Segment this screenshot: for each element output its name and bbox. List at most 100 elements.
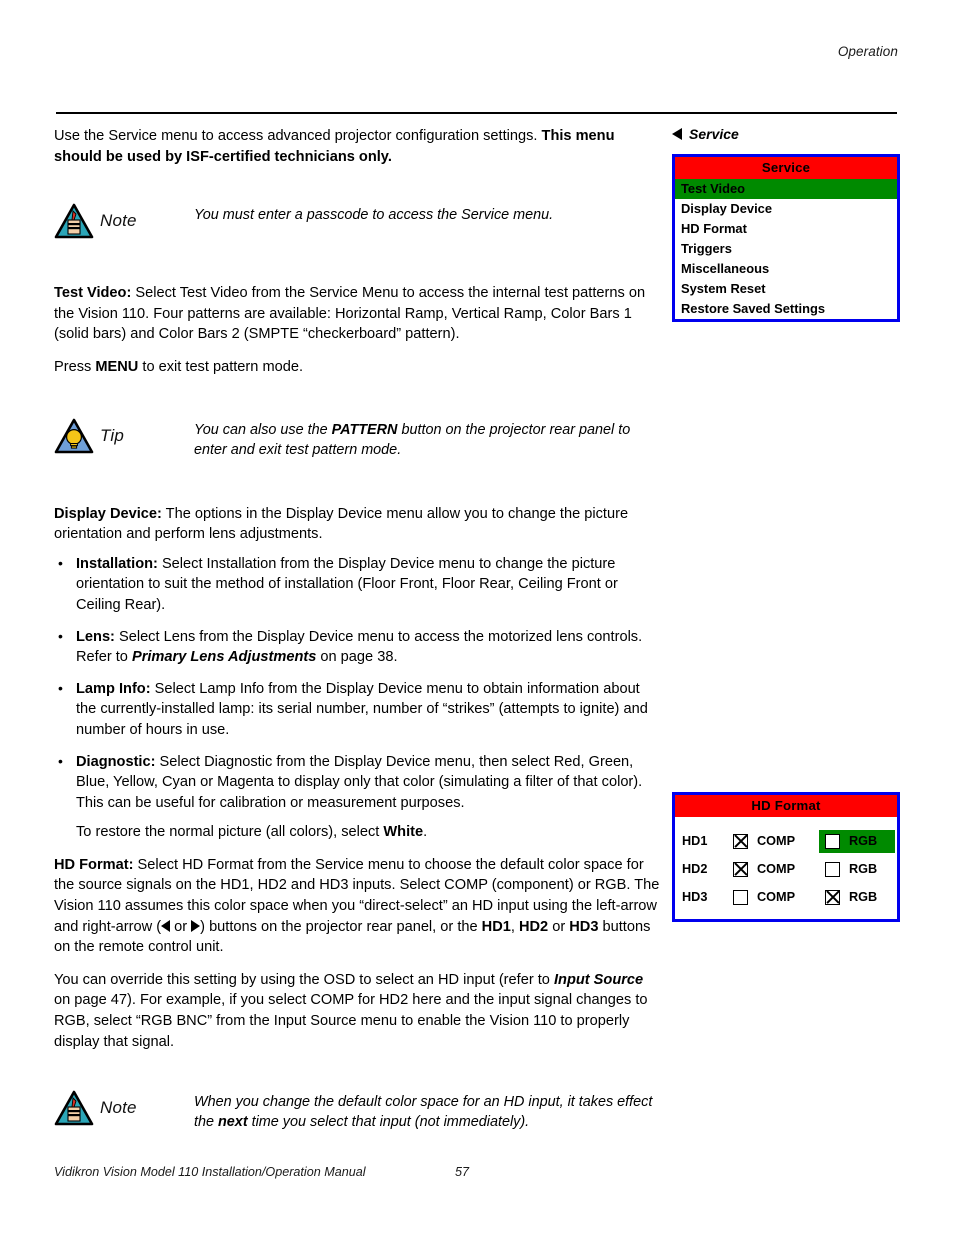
hd-format-p2a: You can override this setting by using t… [54,971,554,988]
bullet-lamp-info-lead: Lamp Info: [76,680,151,697]
menu-button-label: MENU [95,358,139,375]
hd3-comp-label: COMP [757,890,796,904]
primary-lens-adjustments-ref: Primary Lens Adjustments [131,649,317,666]
footer-page-number: 57 [454,1165,469,1179]
hd-format-p1b: ) buttons on the projector rear panel, o… [200,918,482,935]
hd1-comp-label: COMP [757,834,796,848]
hd-format-menu-title: HD Format [675,795,897,817]
body-column: Use the Service menu to access advanced … [54,126,660,1132]
hd1-rgb-option[interactable]: RGB [819,829,895,853]
tip-text: You can also use the PATTERN button on t… [194,416,660,460]
hd-format-p2b: on page 47). For example, if you select … [54,992,648,1050]
menu-item-miscellaneous[interactable]: Miscellaneous [675,259,897,279]
press-menu-paragraph: Press MENU to exit test pattern mode. [54,357,660,378]
display-device-lead: Display Device: [54,505,162,522]
header-rule [56,112,897,114]
menu-item-system-reset[interactable]: System Reset [675,279,897,299]
checkbox-checked-icon[interactable] [733,861,748,877]
test-video-body: Select Test Video from the Service Menu … [54,285,646,343]
hd2-comp-option[interactable]: COMP [727,858,819,881]
bullet-installation-lead: Installation: [76,555,158,572]
menu-item-test-video[interactable]: Test Video [675,179,897,199]
menu-item-display-device[interactable]: Display Device [675,199,897,219]
press-menu-post: to exit test pattern mode. [138,358,304,375]
note-2-bold: next [218,1114,248,1131]
note-callout-1: Note You must enter a passcode to access… [54,201,660,239]
bullet-diagnostic-body: Select Diagnostic from the Display Devic… [76,753,643,811]
hd2-rgb-option[interactable]: RGB [819,858,895,881]
press-menu-pre: Press [54,358,96,375]
margin-column: Service Service Test Video Display Devic… [672,126,900,922]
note-icon-group-2: Note [54,1088,194,1126]
restore-white-paragraph: To restore the normal picture (all color… [54,822,660,843]
note-triangle-icon [54,1090,94,1126]
checkbox-unchecked-icon[interactable] [733,889,748,905]
service-menu-title: Service [675,157,897,179]
hd1-comp-option[interactable]: COMP [727,830,819,853]
bullet-lens-body-end: on page 38. [316,649,398,666]
bullet-diagnostic: Diagnostic: Select Diagnostic from the D… [54,751,660,814]
hd-format-osd-menu[interactable]: HD Format HD1 COMP RGB HD2 COMP RGB HD3 … [672,792,900,922]
note-2-post: time you select that input (not immediat… [247,1114,530,1131]
bullet-lamp-info: Lamp Info: Select Lamp Info from the Dis… [54,678,660,741]
hd2-rgb-label: RGB [849,862,878,876]
tip-triangle-icon [54,418,94,453]
hd3-row-label: HD3 [682,890,708,904]
input-source-ref: Input Source [553,971,644,988]
hd2-button-label: HD2 [518,918,549,935]
hd-format-or: or [170,918,192,935]
hd3-rgb-option[interactable]: RGB [819,886,895,909]
menu-item-hd-format[interactable]: HD Format [675,219,897,239]
hd1-row-label: HD1 [682,834,708,848]
note-callout-2: Note When you change the default color s… [54,1088,660,1132]
page-footer: Vidikron Vision Model 110 Installation/O… [54,1165,895,1179]
hd3-button-label: HD3 [569,918,599,935]
note-icon-group: Note [54,201,194,239]
hd-format-row-hd3: HD3 COMP RGB [675,883,897,911]
checkbox-unchecked-icon[interactable] [825,833,840,849]
bullet-installation-body: Select Installation from the Display Dev… [76,555,618,613]
checkbox-checked-icon[interactable] [733,833,748,849]
bullet-installation: Installation: Select Installation from t… [54,553,660,616]
running-head: Operation [837,44,898,59]
note-word: Note [100,211,137,231]
back-arrow-icon [672,128,682,140]
tip-callout: Tip You can also use the PATTERN button … [54,416,660,460]
white-option-label: White [383,824,424,841]
document-page: Operation Use the Service menu to access… [0,0,954,1235]
tip-text-pre: You can also use the [194,421,332,438]
test-video-lead: Test Video: [54,285,132,302]
service-breadcrumb: Service [672,126,900,142]
pattern-button-label: PATTERN [331,421,398,438]
tip-icon-group: Tip [54,416,194,454]
checkbox-unchecked-icon[interactable] [825,861,840,877]
hd-format-row-hd2: HD2 COMP RGB [675,855,897,883]
bullet-lamp-info-body: Select Lamp Info from the Display Device… [76,680,648,738]
hd-format-row-hd1: HD1 COMP RGB [675,827,897,855]
bullet-lens-lead: Lens: [76,628,115,645]
menu-item-restore-saved-settings[interactable]: Restore Saved Settings [675,299,897,319]
note-text-1: You must enter a passcode to access the … [194,207,554,224]
hd-format-p1c: or [548,918,570,935]
restore-pre: To restore the normal picture (all color… [76,824,384,841]
bullet-lens: Lens: Select Lens from the Display Devic… [54,626,660,668]
hd3-rgb-label: RGB [849,890,878,904]
display-device-bullets: Installation: Select Installation from t… [54,553,660,814]
checkbox-checked-icon[interactable] [825,889,840,905]
right-arrow-icon [191,919,201,932]
hd-format-rows: HD1 COMP RGB HD2 COMP RGB HD3 COMP RGB [675,817,897,919]
service-breadcrumb-label: Service [689,126,739,142]
hd-format-paragraph-1: HD Format: Select HD Format from the Ser… [54,855,660,958]
test-video-paragraph: Test Video: Select Test Video from the S… [54,283,660,345]
service-osd-menu[interactable]: Service Test Video Display Device HD For… [672,154,900,322]
hd3-comp-option[interactable]: COMP [727,886,819,909]
left-arrow-icon [161,919,171,932]
restore-post: . [423,824,428,841]
display-device-paragraph: Display Device: The options in the Displ… [54,504,660,545]
hd-format-comma: , [510,918,519,935]
hd-format-lead: HD Format: [54,856,134,873]
hd1-button-label: HD1 [481,918,511,935]
hd1-rgb-label: RGB [849,834,878,848]
hd2-comp-label: COMP [757,862,796,876]
menu-item-triggers[interactable]: Triggers [675,239,897,259]
